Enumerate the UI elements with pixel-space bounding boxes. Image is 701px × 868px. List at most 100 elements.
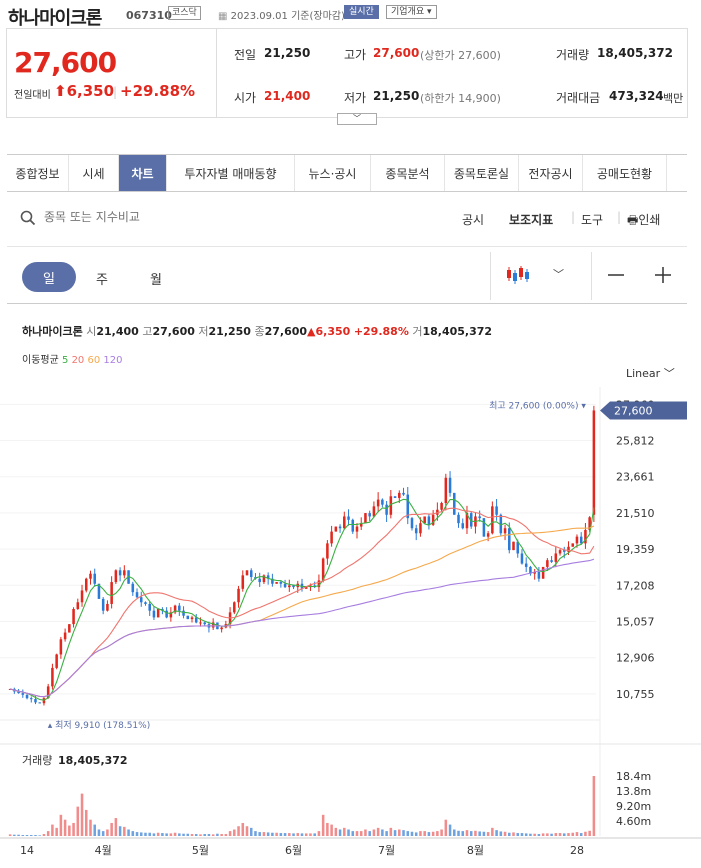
volume-bar	[541, 833, 545, 836]
candlestick-type-icon[interactable]	[506, 263, 530, 287]
tab-0[interactable]: 종합정보	[7, 155, 69, 191]
period-month-button[interactable]: 월	[150, 269, 162, 288]
candle-body	[550, 560, 553, 562]
volume-bar	[343, 827, 346, 836]
volume-bar	[161, 833, 164, 836]
candle-body	[42, 698, 46, 704]
high-label: 고가	[344, 48, 367, 62]
volume-bar	[300, 833, 304, 836]
volume-bar	[448, 824, 452, 836]
change-separator: |	[113, 85, 118, 99]
candle-body	[330, 531, 333, 544]
volume-bar	[68, 825, 71, 836]
candle-body	[186, 615, 190, 620]
upper-limit: (상한가 27,600)	[420, 49, 501, 62]
info-change: ▲6,350	[307, 325, 351, 338]
tools-button[interactable]: 도구	[581, 211, 603, 228]
period-week-button[interactable]: 주	[96, 269, 108, 288]
ma-line-120	[9, 558, 595, 698]
zoom-out-icon[interactable]	[606, 265, 626, 285]
candle-body	[524, 563, 528, 567]
volume-bar	[275, 832, 278, 836]
candle-body	[288, 585, 291, 588]
volume-bar	[288, 833, 291, 836]
volume-bar	[106, 829, 109, 836]
candle-body	[156, 609, 160, 618]
candle-body	[93, 573, 96, 584]
candle-body	[292, 585, 295, 588]
candle-body	[127, 570, 130, 584]
candle-body	[139, 597, 143, 603]
tab-6[interactable]: 종목토론실	[445, 155, 519, 191]
volume-bar	[245, 826, 249, 836]
amount-label: 거래대금	[556, 91, 601, 105]
volume-bar	[414, 832, 418, 836]
volume-bar	[529, 833, 532, 836]
volume-bar	[431, 831, 435, 836]
current-price-tag	[600, 401, 687, 420]
realtime-button[interactable]: 실시간	[344, 5, 379, 19]
y-tick-label: 25,812	[616, 435, 655, 448]
tab-5[interactable]: 종목분석	[371, 155, 445, 191]
low-label: 저가	[344, 91, 367, 105]
volume-bar	[224, 834, 228, 836]
tab-2[interactable]: 차트	[119, 155, 167, 191]
current-price-tag-label: 27,600	[614, 404, 653, 417]
min-price-label: ▴ 최저 9,910 (178.51%)	[48, 720, 151, 731]
scale-selector[interactable]: Linear ﹀	[626, 365, 675, 381]
candle-body	[237, 588, 240, 603]
volume-bar	[283, 833, 287, 836]
candle-body	[8, 688, 12, 690]
volume-bar	[84, 809, 88, 836]
zoom-in-icon[interactable]	[653, 265, 673, 285]
candle-body	[398, 492, 401, 498]
volume-bar	[216, 833, 219, 836]
volume-bar	[398, 829, 401, 836]
disclosure-button[interactable]: 공시	[462, 211, 484, 228]
tab-4[interactable]: 뉴스·공시	[295, 155, 371, 191]
amount-unit: 백만	[663, 92, 684, 105]
search-icon[interactable]	[20, 210, 36, 226]
expand-toggle-button[interactable]: ﹀	[337, 113, 377, 125]
chevron-down-icon[interactable]: ﹀	[553, 266, 564, 282]
volume-bar	[296, 833, 300, 836]
candle-body	[106, 603, 109, 611]
tab-3[interactable]: 투자자별 매매동향	[167, 155, 295, 191]
candle-body	[313, 585, 316, 588]
volume-bar	[271, 832, 274, 836]
volume-bar	[55, 827, 58, 836]
info-volume-label: 거	[412, 325, 423, 338]
stock-code: 067310	[126, 9, 172, 22]
volume-bar	[372, 829, 376, 836]
volume-bar	[444, 819, 448, 836]
volume-bar	[359, 831, 363, 836]
candle-body	[503, 528, 507, 534]
candle-body	[161, 609, 164, 611]
volume-bar	[114, 818, 118, 836]
company-overview-button[interactable]: 기업개요 ▾	[386, 5, 437, 19]
volume-tick-label: 13.8m	[616, 785, 651, 798]
candle-body	[355, 526, 359, 532]
price-chart[interactable]: 27,960 25,812 23,661 21,510 19,359 17,208 15,0…	[0, 0, 701, 868]
volume-bar	[93, 824, 96, 836]
volume-bar	[207, 834, 211, 836]
toolbar-sep-1: |	[571, 210, 576, 224]
high-value: 27,600	[373, 46, 420, 60]
volume-bar	[165, 833, 168, 836]
print-button[interactable]: 🖶인쇄	[627, 211, 660, 232]
tab-7[interactable]: 전자공시	[519, 155, 583, 191]
candle-body	[178, 605, 181, 611]
tab-1[interactable]: 시세	[69, 155, 119, 191]
candle-body	[241, 575, 245, 589]
indicators-button[interactable]: 보조지표	[509, 211, 553, 228]
volume-bar	[516, 833, 520, 836]
candle-body	[431, 514, 435, 525]
compare-search-input[interactable]	[44, 210, 244, 224]
tab-8[interactable]: 공매도현황	[583, 155, 667, 191]
volume-bar	[588, 830, 591, 836]
volume-bar	[254, 831, 257, 836]
period-day-button[interactable]: 일	[22, 262, 76, 292]
volume-bar	[59, 814, 63, 836]
info-high-label: 고	[142, 325, 153, 338]
candle-body	[554, 553, 558, 562]
